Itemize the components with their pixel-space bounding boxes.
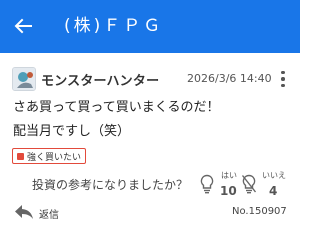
- lightbulb-off-icon: [241, 174, 257, 194]
- reply-label: 返信: [39, 210, 59, 221]
- post-header: モンスターハンター 2026/3/6 14:40: [12, 67, 292, 91]
- more-vert-icon: [281, 77, 285, 81]
- avatar-image: [13, 68, 35, 90]
- avatar[interactable]: [12, 67, 36, 91]
- helpful-question: 投資の参考になりましたか？: [32, 178, 189, 192]
- post-datetime: 2026/3/6 14:40: [187, 72, 272, 85]
- vote-no-label: いいえ: [262, 171, 286, 180]
- post-number: No.150907: [232, 206, 287, 217]
- reply-button[interactable]: 返信: [14, 203, 64, 221]
- back-button[interactable]: [10, 13, 36, 39]
- vote-no-button[interactable]: いいえ 4: [241, 170, 289, 200]
- reply-icon: [15, 205, 33, 219]
- square-icon: [17, 152, 24, 160]
- arrow-left-icon: [14, 18, 32, 34]
- more-vert-icon: [281, 70, 285, 75]
- lightbulb-icon: [200, 174, 214, 194]
- post-body-line: さあ買って買って買いまくるのだ！: [13, 100, 220, 115]
- post-body-line: 配当月ですし（笑）: [13, 124, 131, 139]
- sentiment-tag-label: 強く買いたい: [27, 152, 82, 163]
- vote-yes-count: 10: [220, 184, 237, 198]
- vote-no-count: 4: [269, 184, 278, 198]
- sentiment-tag: 強く買いたい: [12, 148, 87, 164]
- app-header: (株)ＦＰＧ: [0, 0, 300, 53]
- vote-yes-label: はい: [221, 171, 237, 180]
- more-vert-icon: [281, 83, 285, 88]
- more-menu-button[interactable]: [275, 67, 291, 91]
- username[interactable]: モンスターハンター: [41, 70, 159, 89]
- vote-yes-button[interactable]: はい 10: [199, 170, 239, 200]
- page-title: (株)ＦＰＧ: [64, 16, 164, 36]
